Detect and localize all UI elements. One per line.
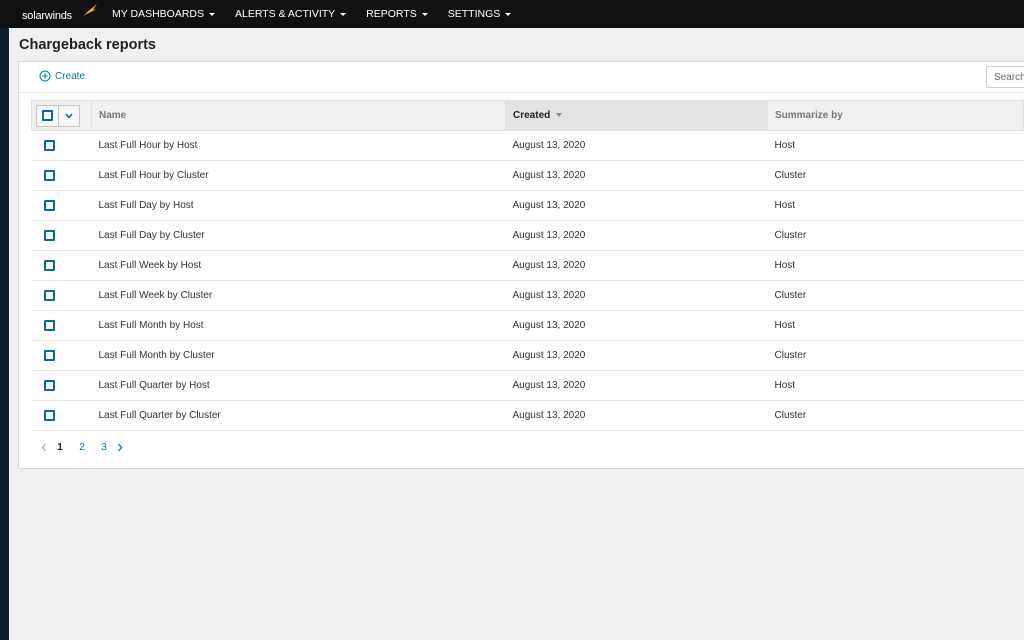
left-edge-strip xyxy=(0,28,9,640)
report-summarize-by: Host xyxy=(767,250,1024,281)
table-row[interactable]: Last Full Hour by Cluster August 13, 2020… xyxy=(31,160,1024,191)
page-number-3[interactable]: 3 xyxy=(93,442,115,453)
caret-down-icon xyxy=(421,12,428,16)
table-row[interactable]: Last Full Hour by Host August 13, 2020 Hos… xyxy=(31,130,1024,161)
brand-name: solarwinds xyxy=(22,10,72,22)
report-summarize-by: Cluster xyxy=(767,340,1024,371)
report-created: August 13, 2020 xyxy=(505,130,768,161)
column-header-summarize-by[interactable]: Summarize by xyxy=(767,100,1024,131)
row-checkbox[interactable] xyxy=(43,169,55,181)
row-checkbox[interactable] xyxy=(43,349,55,361)
reports-panel: Create Name Created xyxy=(18,61,1024,469)
report-summarize-by: Host xyxy=(767,310,1024,341)
select-all-checkbox-wrap[interactable] xyxy=(37,105,59,126)
row-checkbox[interactable] xyxy=(43,259,55,271)
report-created: August 13, 2020 xyxy=(505,340,768,371)
report-summarize-by: Cluster xyxy=(767,220,1024,251)
report-created: August 13, 2020 xyxy=(505,190,768,221)
report-summarize-by: Host xyxy=(767,130,1024,161)
report-name: Last Full Day by Cluster xyxy=(91,220,506,251)
reports-table: Name Created Summarize by Last Full Hour… xyxy=(31,100,1024,431)
report-summarize-by: Cluster xyxy=(767,160,1024,191)
chevron-right-icon xyxy=(118,443,123,452)
menu-alerts-activity[interactable]: ALERTS & ACTIVITY xyxy=(235,8,347,20)
report-created: August 13, 2020 xyxy=(505,220,768,251)
page-title: Chargeback reports xyxy=(19,37,156,53)
row-checkbox[interactable] xyxy=(43,229,55,241)
sort-descending-icon xyxy=(556,113,563,118)
report-summarize-by: Host xyxy=(767,190,1024,221)
select-options-dropdown[interactable] xyxy=(59,106,79,126)
report-name: Last Full Week by Host xyxy=(91,250,506,281)
report-summarize-by: Host xyxy=(767,370,1024,401)
report-created: August 13, 2020 xyxy=(505,250,768,281)
solarwinds-logo[interactable]: solarwinds xyxy=(22,0,98,28)
menu-settings[interactable]: SETTINGS xyxy=(448,8,512,20)
report-summarize-by: Cluster xyxy=(767,280,1024,311)
report-name: Last Full Hour by Cluster xyxy=(91,160,506,191)
table-row[interactable]: Last Full Week by Host August 13, 2020 Hos… xyxy=(31,250,1024,281)
report-name: Last Full Quarter by Cluster xyxy=(91,400,506,431)
table-row[interactable]: Last Full Week by Cluster August 13, 2020… xyxy=(31,280,1024,311)
row-checkbox[interactable] xyxy=(43,199,55,211)
table-row[interactable]: Last Full Day by Cluster August 13, 2020 C… xyxy=(31,220,1024,251)
table-row[interactable]: Last Full Quarter by Host August 13, 2020… xyxy=(31,370,1024,401)
main-menu: MY DASHBOARDS ALERTS & ACTIVITY REPORTS … xyxy=(112,8,531,20)
table-row[interactable]: Last Full Month by Host August 13, 2020 Ho… xyxy=(31,310,1024,341)
select-column-header xyxy=(31,100,92,131)
report-summarize-by: Cluster xyxy=(767,400,1024,431)
create-button-label: Create xyxy=(55,70,86,82)
page-number-2[interactable]: 2 xyxy=(71,442,93,453)
table-row[interactable]: Last Full Month by Cluster August 13, 202… xyxy=(31,340,1024,371)
next-page-button[interactable] xyxy=(115,443,125,452)
report-name: Last Full Month by Host xyxy=(91,310,506,341)
row-checkbox[interactable] xyxy=(43,319,55,331)
report-name: Last Full Month by Cluster xyxy=(91,340,506,371)
table-header-row: Name Created Summarize by xyxy=(31,100,1024,131)
chevron-left-icon xyxy=(41,443,46,452)
report-name: Last Full Hour by Host xyxy=(91,130,506,161)
column-header-created[interactable]: Created xyxy=(505,100,768,131)
create-button[interactable]: Create xyxy=(39,70,85,82)
plus-circle-icon xyxy=(39,70,51,82)
caret-down-icon xyxy=(340,12,347,16)
row-checkbox[interactable] xyxy=(43,289,55,301)
table-row[interactable]: Last Full Quarter by Cluster August 13, 2… xyxy=(31,400,1024,431)
toolbar: Create xyxy=(19,62,1024,93)
caret-down-icon xyxy=(505,12,512,16)
report-created: August 13, 2020 xyxy=(505,400,768,431)
select-all-checkbox[interactable] xyxy=(42,110,53,121)
report-created: August 13, 2020 xyxy=(505,280,768,311)
report-name: Last Full Week by Cluster xyxy=(91,280,506,311)
row-checkbox[interactable] xyxy=(43,409,55,421)
row-checkbox[interactable] xyxy=(43,139,55,151)
logo-bird-icon xyxy=(83,4,97,16)
menu-reports[interactable]: REPORTS xyxy=(366,8,428,20)
previous-page-button[interactable] xyxy=(39,443,49,452)
report-name: Last Full Quarter by Host xyxy=(91,370,506,401)
row-checkbox[interactable] xyxy=(43,379,55,391)
top-navigation-bar: solarwinds MY DASHBOARDS ALERTS & ACTIVI… xyxy=(0,0,1024,28)
report-created: August 13, 2020 xyxy=(505,310,768,341)
table-row[interactable]: Last Full Day by Host August 13, 2020 Host xyxy=(31,190,1024,221)
menu-my-dashboards[interactable]: MY DASHBOARDS xyxy=(112,8,215,20)
report-name: Last Full Day by Host xyxy=(91,190,506,221)
page-number-1[interactable]: 1 xyxy=(49,442,71,453)
select-all-control xyxy=(36,104,80,127)
report-created: August 13, 2020 xyxy=(505,160,768,191)
report-created: August 13, 2020 xyxy=(505,370,768,401)
pagination: 1 2 3 xyxy=(39,442,125,453)
column-header-name[interactable]: Name xyxy=(91,100,506,131)
chevron-down-icon xyxy=(65,113,73,119)
search-input[interactable] xyxy=(986,66,1024,88)
caret-down-icon xyxy=(209,12,215,16)
